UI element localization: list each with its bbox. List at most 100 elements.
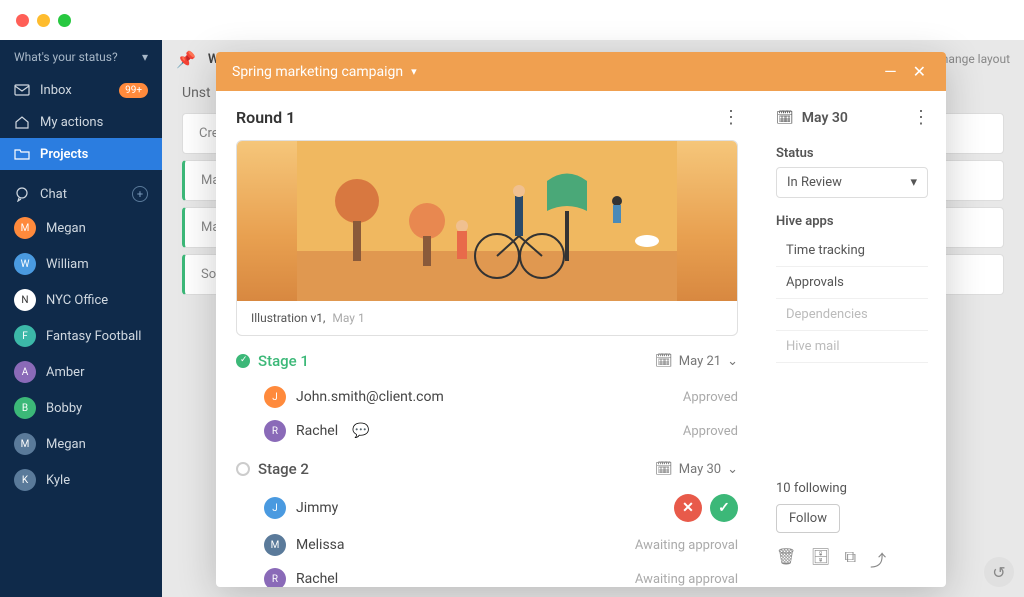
nav-chat[interactable]: Chat +: [0, 178, 162, 210]
sidebar-user-megan-2[interactable]: M Megan: [0, 426, 162, 462]
inbox-label: Inbox: [40, 83, 72, 98]
close-window-dot[interactable]: [16, 14, 29, 27]
status-prompt[interactable]: What's your status? ▾: [0, 40, 162, 74]
sidebar-user-megan[interactable]: MMegan: [0, 210, 162, 246]
chevron-down-icon: ▾: [142, 50, 148, 64]
archive-icon[interactable]: 🗄: [810, 547, 830, 571]
app-dependencies[interactable]: Dependencies: [776, 299, 928, 331]
minimize-window-dot[interactable]: [37, 14, 50, 27]
approver-row: J John.smith@client.com Approved: [236, 380, 738, 414]
more-icon[interactable]: ⋮: [912, 107, 928, 128]
chat-icon: [14, 186, 30, 202]
caption-date: May 1: [332, 311, 364, 325]
stage-2: Stage 2 🗓 May 30 ⌄ J Jimmy ✕ ✓: [236, 460, 738, 587]
nav-my-actions[interactable]: My actions: [0, 106, 162, 138]
approver-name: Rachel: [296, 571, 338, 587]
status-label: What's your status?: [14, 50, 118, 64]
stage-1: Stage 1 🗓 May 21 ⌄ J John.smith@client.c…: [236, 352, 738, 448]
approver-row: R Rachel Awaiting approval: [236, 562, 738, 587]
app-hive-mail[interactable]: Hive mail: [776, 331, 928, 363]
window-titlebar: [0, 0, 1024, 40]
approver-status: Approved: [683, 390, 738, 405]
avatar: J: [264, 497, 286, 519]
approver-row: M Melissa Awaiting approval: [236, 528, 738, 562]
sidebar: What's your status? ▾ Inbox 99+ My actio…: [0, 40, 162, 597]
due-date[interactable]: May 30: [802, 110, 848, 126]
following-count: 10 following: [776, 481, 928, 496]
chevron-down-icon: ⌄: [727, 354, 738, 369]
approve-button[interactable]: ✓: [710, 494, 738, 522]
folder-icon: [14, 146, 30, 162]
calendar-icon: 🗓: [655, 353, 673, 369]
chevron-down-icon: ⌄: [727, 462, 738, 477]
inbox-badge: 99+: [119, 83, 148, 98]
trash-icon[interactable]: 🗑: [776, 547, 796, 571]
stage-date[interactable]: 🗓 May 21 ⌄: [655, 353, 738, 369]
add-chat-icon[interactable]: +: [132, 186, 148, 202]
app-time-tracking[interactable]: Time tracking: [776, 235, 928, 267]
calendar-icon: 🗓: [776, 110, 794, 126]
history-icon[interactable]: ↺: [984, 557, 1014, 587]
stage-complete-icon: [236, 354, 250, 368]
sidebar-user-nyc-office[interactable]: N NYC Office: [0, 282, 162, 318]
reject-button[interactable]: ✕: [674, 494, 702, 522]
stage-title: Stage 2: [258, 460, 309, 478]
hive-apps-label: Hive apps: [776, 214, 928, 229]
my-actions-label: My actions: [40, 115, 103, 130]
app-approvals[interactable]: Approvals: [776, 267, 928, 299]
status-label: Status: [776, 146, 928, 161]
sidebar-user-william[interactable]: WWilliam: [0, 246, 162, 282]
user-label: Megan: [46, 437, 86, 452]
modal-title: Spring marketing campaign: [232, 64, 403, 80]
stage-pending-icon: [236, 462, 250, 476]
user-label: Kyle: [46, 473, 70, 488]
avatar: A: [14, 361, 36, 383]
caption-text: Illustration v1,: [251, 311, 325, 325]
illustration-image: [237, 141, 737, 301]
status-select[interactable]: In Review ▾: [776, 167, 928, 198]
sidebar-user-fantasy-football[interactable]: FFantasy Football: [0, 318, 162, 354]
stage-title: Stage 1: [258, 352, 309, 370]
follow-button[interactable]: Follow: [776, 504, 840, 533]
nav-inbox[interactable]: Inbox 99+: [0, 74, 162, 106]
illustration-card[interactable]: Illustration v1, May 1: [236, 140, 738, 336]
envelope-icon: [14, 82, 30, 98]
avatar: M: [14, 433, 36, 455]
status-value: In Review: [787, 175, 842, 190]
approver-name: John.smith@client.com: [296, 389, 444, 405]
modal-right-panel: 🗓 May 30 ⋮ Status In Review ▾ Hive apps …: [758, 91, 946, 587]
avatar: R: [264, 420, 286, 442]
comment-icon[interactable]: 💬: [352, 423, 369, 439]
sidebar-user-kyle[interactable]: K Kyle: [0, 462, 162, 498]
avatar: J: [264, 386, 286, 408]
chevron-down-icon: ▾: [910, 175, 917, 190]
maximize-window-dot[interactable]: [58, 14, 71, 27]
avatar: R: [264, 568, 286, 587]
sidebar-user-bobby[interactable]: BBobby: [0, 390, 162, 426]
stage-date[interactable]: 🗓 May 30 ⌄: [655, 461, 738, 477]
sidebar-user-amber[interactable]: AAmber: [0, 354, 162, 390]
avatar: N: [14, 289, 36, 311]
close-icon[interactable]: ✕: [909, 62, 930, 81]
nav-projects[interactable]: Projects: [0, 138, 162, 170]
home-icon: [14, 114, 30, 130]
pin-icon[interactable]: 📌: [176, 50, 196, 69]
avatar: F: [14, 325, 36, 347]
approver-status: Awaiting approval: [635, 538, 738, 553]
user-label: NYC Office: [46, 293, 108, 308]
stage-date-text: May 21: [679, 354, 721, 369]
share-icon[interactable]: ⤴: [870, 547, 886, 571]
more-icon[interactable]: ⋮: [722, 107, 738, 128]
copy-icon[interactable]: ⧉: [845, 547, 856, 571]
user-label: William: [46, 257, 89, 272]
avatar: K: [14, 469, 36, 491]
approver-name: Rachel: [296, 423, 338, 439]
approver-status: Awaiting approval: [635, 572, 738, 587]
chevron-down-icon[interactable]: ▾: [411, 65, 417, 78]
change-layout-link[interactable]: nange layout: [942, 52, 1010, 66]
projects-label: Projects: [40, 147, 88, 162]
minimize-icon[interactable]: —: [880, 62, 901, 81]
approver-status: Approved: [683, 424, 738, 439]
modal-left-panel: Round 1 ⋮: [216, 91, 758, 587]
user-label: Bobby: [46, 401, 82, 416]
